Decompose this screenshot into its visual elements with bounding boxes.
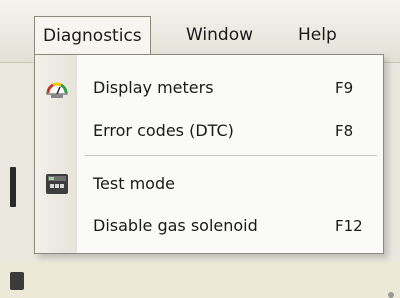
menu-item-shortcut: F12 [335,217,363,235]
menu-item-label: Display meters [93,78,214,97]
background-toolbar-edge [10,167,16,207]
menu-item-test-mode[interactable]: Test mode [35,163,383,205]
diagnostics-dropdown-menu: Display meters F9 Error codes (DTC) F8 T… [34,54,384,254]
menu-separator [85,155,377,156]
menu-item-label: Error codes (DTC) [93,121,234,140]
menu-item-shortcut: F9 [335,79,354,97]
menu-item-display-meters[interactable]: Display meters F9 [35,67,383,109]
menu-item-disable-gas-solenoid[interactable]: Disable gas solenoid F12 [35,205,383,247]
menu-item-shortcut: F8 [335,122,354,140]
background-panel-edge [10,272,24,290]
menu-item-error-codes[interactable]: Error codes (DTC) F8 [35,110,383,152]
menu-item-label: Test mode [93,174,175,193]
gauge-icon [45,77,69,99]
menu-help[interactable]: Help [290,16,345,54]
test-panel-icon [45,173,69,195]
menu-window[interactable]: Window [178,16,261,54]
background-marker [388,292,394,298]
menu-diagnostics[interactable]: Diagnostics [34,16,151,54]
menu-item-label: Disable gas solenoid [93,216,258,235]
